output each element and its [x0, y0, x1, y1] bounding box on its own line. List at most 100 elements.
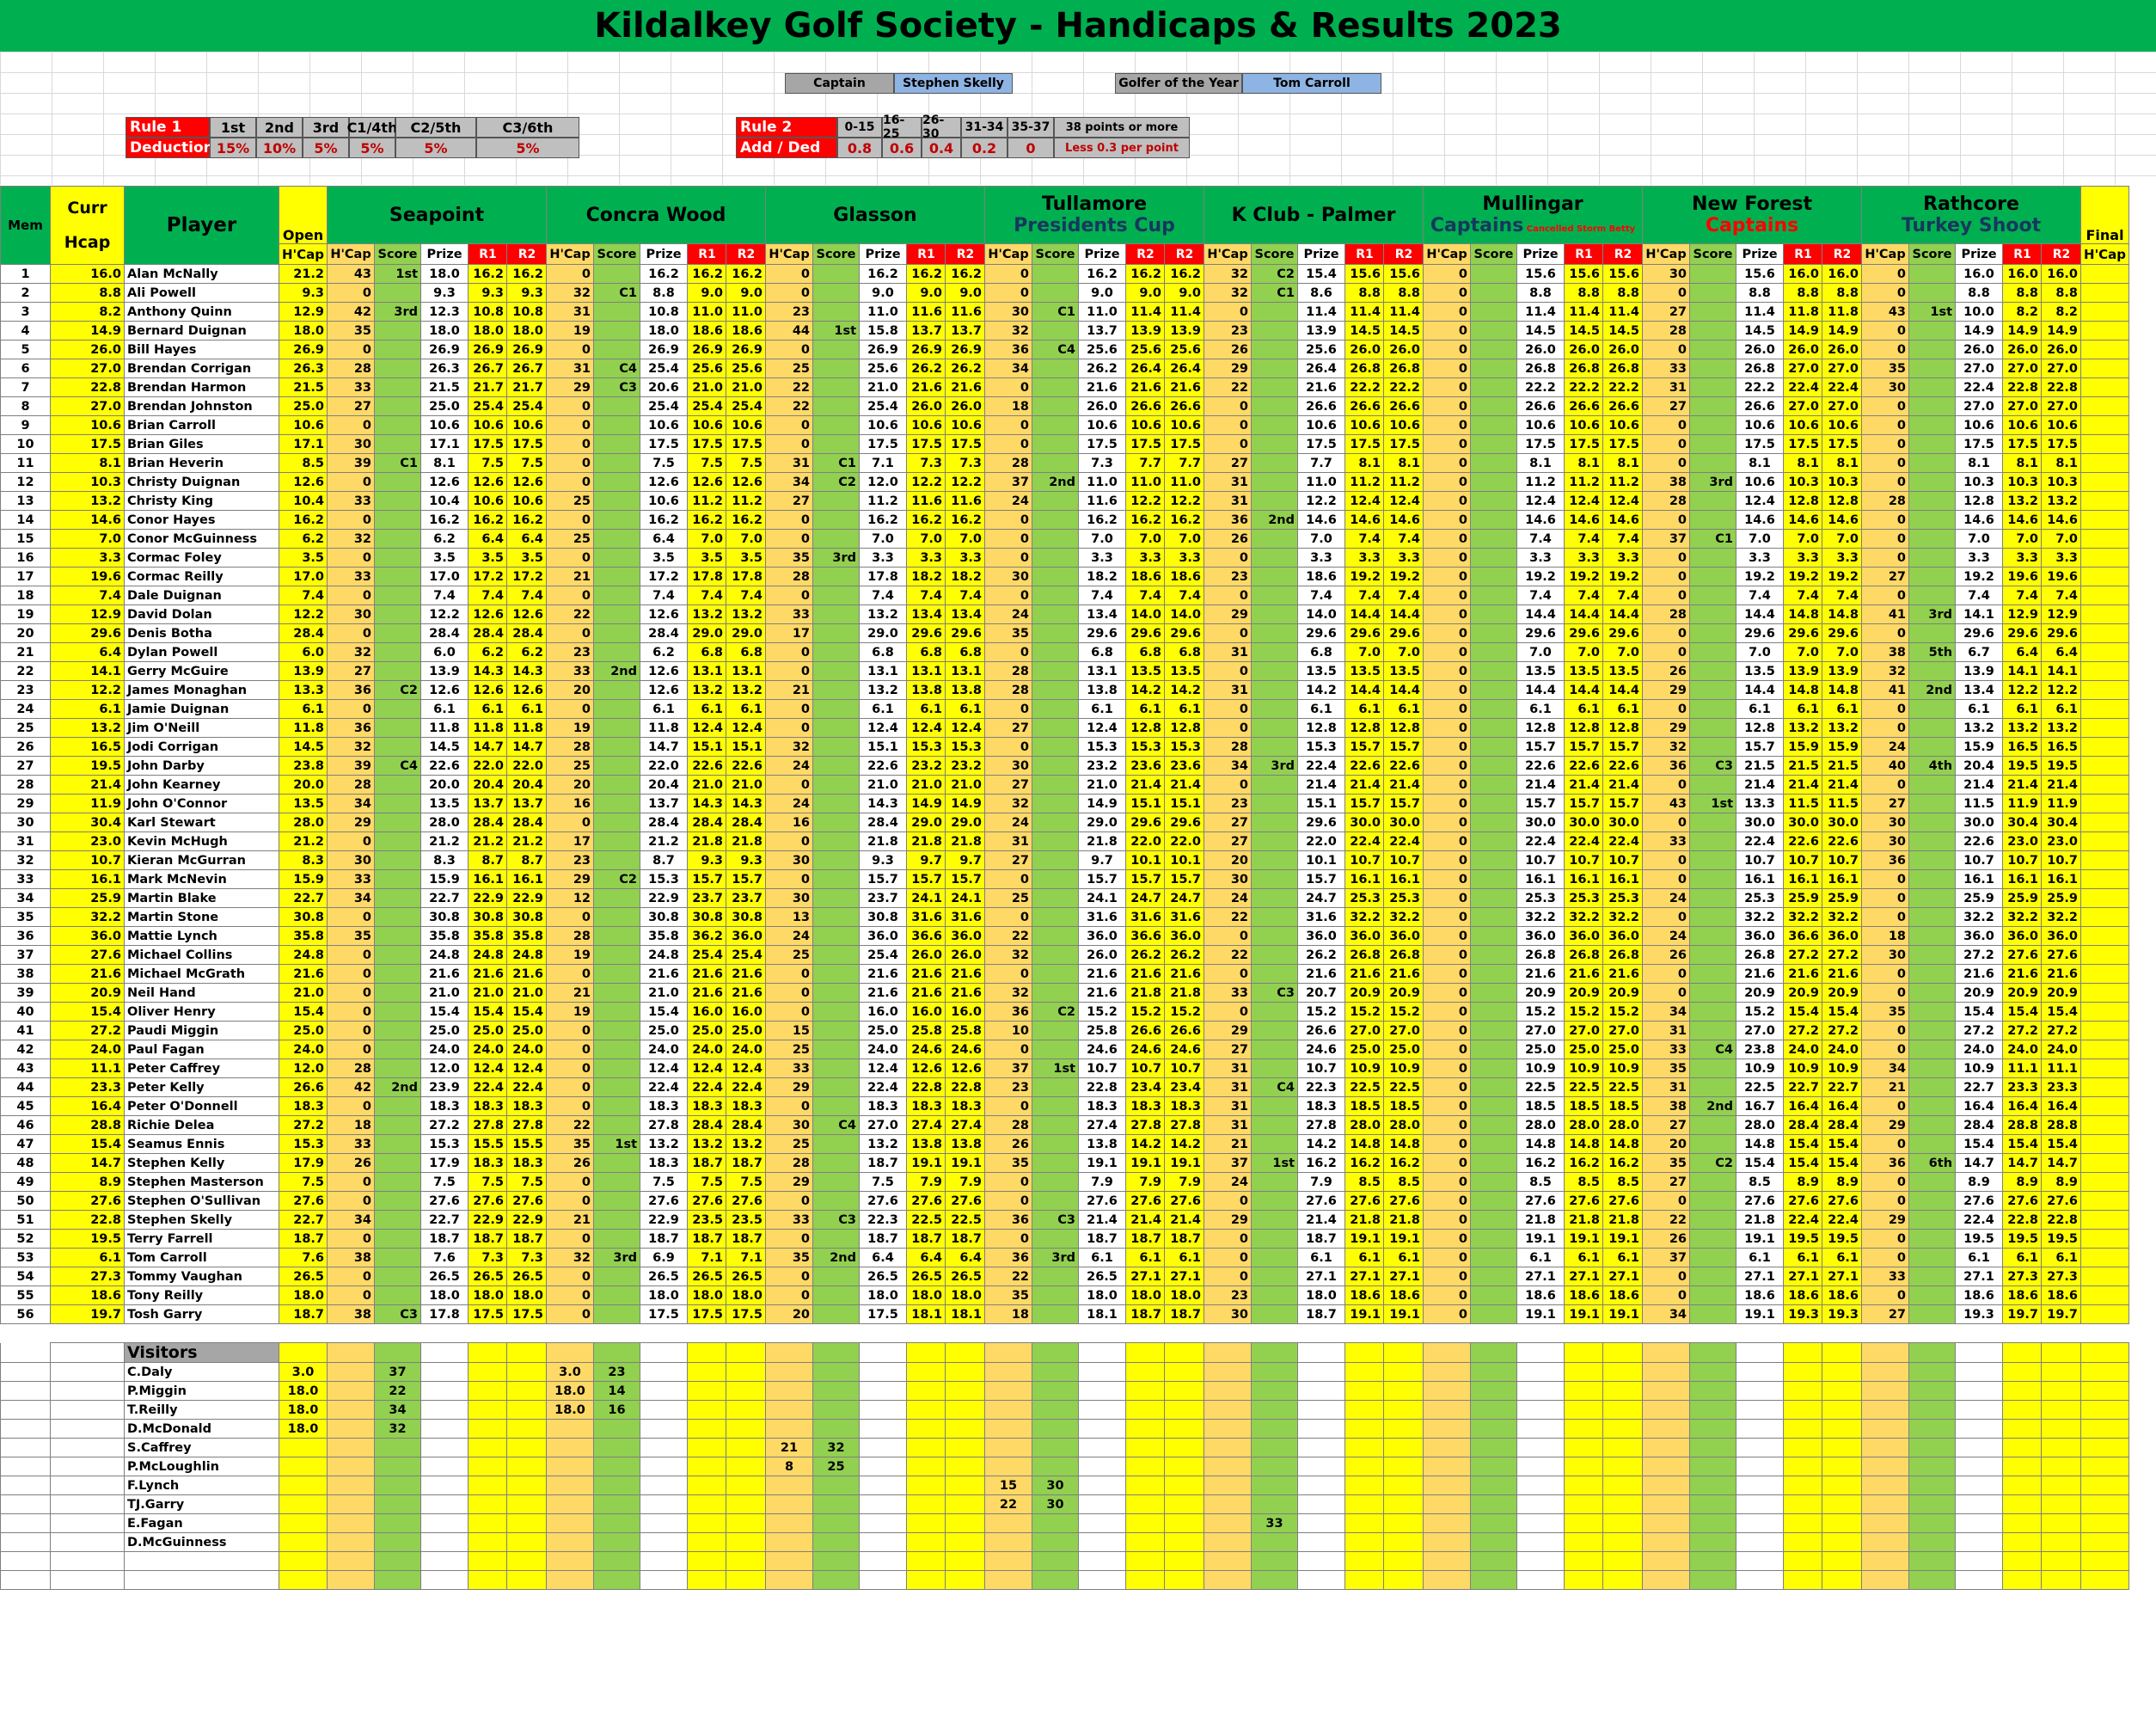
score-cell[interactable]: C2 — [1032, 1002, 1080, 1022]
visitor-cell[interactable] — [1344, 1476, 1385, 1495]
r2-cell[interactable]: 6.1 — [1822, 1248, 1863, 1267]
hcap-cell[interactable]: 0 — [1423, 945, 1472, 965]
open-hcap[interactable]: 27.6 — [278, 1191, 328, 1211]
r1-cell[interactable]: 27.8 — [1125, 1115, 1166, 1135]
prize-cell[interactable]: 12.8 — [1955, 491, 2004, 511]
hcap-cell[interactable]: 0 — [984, 264, 1033, 284]
visitor-cell[interactable] — [859, 1551, 908, 1571]
r2-subheader[interactable]: R2 — [1164, 243, 1205, 265]
r1-cell[interactable]: 26.0 — [906, 396, 946, 416]
r2-cell[interactable]: 19.1 — [1602, 1229, 1644, 1249]
r1-cell[interactable]: 6.1 — [1344, 1248, 1385, 1267]
r1-cell[interactable]: 8.7 — [468, 850, 508, 870]
visitor-cell[interactable] — [1516, 1513, 1565, 1533]
score-cell[interactable] — [374, 472, 422, 492]
visitor-cell[interactable] — [859, 1362, 908, 1382]
r1-cell[interactable]: 21.7 — [468, 377, 508, 397]
hcap-cell[interactable]: 35 — [1642, 1058, 1691, 1078]
score-cell[interactable] — [374, 1058, 422, 1078]
prize-cell[interactable]: 7.4 — [1516, 529, 1565, 549]
hcap-subheader[interactable]: H'Cap — [765, 243, 814, 265]
empty-cell[interactable] — [1079, 1324, 1126, 1343]
open-hcap[interactable]: 25.0 — [278, 1021, 328, 1040]
player-name[interactable]: Tosh Garry — [124, 1304, 279, 1324]
visitor-cell[interactable] — [506, 1438, 548, 1457]
r2-cell[interactable]: 18.6 — [1602, 1286, 1644, 1305]
score-cell[interactable] — [1251, 869, 1299, 889]
player-name[interactable]: David Dolan — [124, 604, 279, 624]
hcap-cell[interactable]: 0 — [1423, 510, 1472, 530]
hcap-cell[interactable]: 0 — [1204, 1229, 1253, 1249]
r2-cell[interactable]: 8.1 — [1383, 453, 1424, 473]
r2-cell[interactable]: 10.7 — [1602, 850, 1644, 870]
hcap-cell[interactable]: 29 — [1861, 1115, 1910, 1135]
visitor-cell[interactable] — [1344, 1532, 1385, 1552]
r2-cell[interactable]: 12.8 — [1602, 718, 1644, 738]
score-cell[interactable] — [1689, 1021, 1737, 1040]
r2-cell[interactable]: 10.7 — [1383, 850, 1424, 870]
visitor-cell[interactable] — [1383, 1513, 1424, 1533]
hcap-cell[interactable]: 0 — [1861, 1040, 1910, 1059]
prize-cell[interactable]: 13.8 — [1078, 1134, 1127, 1154]
prize-cell[interactable]: 11.6 — [1078, 491, 1127, 511]
prize-cell[interactable]: 20.4 — [640, 775, 689, 795]
hcap-cell[interactable]: 33 — [327, 1134, 376, 1154]
score-cell[interactable] — [1689, 510, 1737, 530]
r1-cell[interactable]: 19.1 — [1564, 1229, 1604, 1249]
final-hcap[interactable] — [2080, 434, 2130, 454]
hcap-subheader[interactable]: H'Cap — [1423, 243, 1472, 265]
r2-cell[interactable]: 29.6 — [1164, 623, 1205, 643]
visitor-cell[interactable] — [1516, 1494, 1565, 1514]
r2-cell[interactable]: 22.4 — [1383, 831, 1424, 851]
r2-cell[interactable]: 26.5 — [945, 1267, 986, 1286]
score-cell[interactable] — [1470, 1248, 1518, 1267]
r2-cell[interactable]: 3.5 — [506, 548, 548, 568]
final-hcap[interactable] — [2080, 907, 2130, 927]
visitor-cell[interactable] — [2041, 1457, 2082, 1476]
player-name[interactable]: Conor McGuinness — [124, 529, 279, 549]
curr-hcap[interactable]: 13.2 — [50, 491, 125, 511]
r1-cell[interactable]: 11.4 — [1344, 302, 1385, 322]
prize-cell[interactable]: 16.7 — [1736, 1096, 1785, 1116]
r1-cell[interactable]: 19.1 — [1344, 1304, 1385, 1324]
visitor-cell[interactable] — [327, 1362, 376, 1382]
visitor-cell[interactable] — [812, 1476, 861, 1495]
score-cell[interactable] — [812, 396, 861, 416]
score-cell[interactable]: 3rd — [1689, 472, 1737, 492]
hcap-cell[interactable]: 0 — [327, 983, 376, 1003]
hcap-cell[interactable]: 0 — [1423, 926, 1472, 946]
r2-cell[interactable]: 7.4 — [1164, 586, 1205, 605]
score-cell[interactable] — [593, 604, 641, 624]
r1-cell[interactable]: 8.8 — [2002, 283, 2043, 303]
r1-cell[interactable]: 18.1 — [906, 1304, 946, 1324]
hcap-cell[interactable]: 30 — [765, 850, 814, 870]
visitor-cell[interactable] — [1783, 1494, 1823, 1514]
visitor-cell[interactable] — [984, 1400, 1033, 1420]
prize-cell[interactable]: 27.0 — [859, 1115, 908, 1135]
hcap-cell[interactable]: 0 — [1423, 1134, 1472, 1154]
prize-cell[interactable]: 18.3 — [640, 1096, 689, 1116]
curr-hcap[interactable] — [50, 1438, 125, 1457]
r2-cell[interactable]: 12.6 — [726, 472, 767, 492]
r2-cell[interactable]: 27.2 — [1822, 1021, 1863, 1040]
visitors-header[interactable]: Visitors — [124, 1342, 279, 1363]
hcap-cell[interactable]: 32 — [327, 642, 376, 662]
r1-cell[interactable]: 14.8 — [1564, 1134, 1604, 1154]
r1-cell[interactable]: 10.9 — [1344, 1058, 1385, 1078]
r2-cell[interactable]: 12.6 — [506, 680, 548, 700]
r2-cell[interactable]: 22.8 — [945, 1077, 986, 1097]
hcap-cell[interactable]: 23 — [765, 302, 814, 322]
hcap-cell[interactable]: 0 — [1423, 264, 1472, 284]
visitor-cell[interactable] — [687, 1400, 727, 1420]
hcap-cell[interactable]: 26 — [546, 1153, 595, 1173]
hcap-cell[interactable]: 0 — [327, 1002, 376, 1022]
prize-cell[interactable]: 18.3 — [1297, 1096, 1346, 1116]
hcap-cell[interactable]: 0 — [1204, 396, 1253, 416]
visitor-cell[interactable] — [1783, 1438, 1823, 1457]
curr-hcap[interactable]: 14.6 — [50, 510, 125, 530]
visitor-cell[interactable] — [468, 1551, 508, 1571]
r2-cell[interactable]: 26.6 — [1164, 1021, 1205, 1040]
score-cell[interactable] — [1032, 813, 1080, 832]
r2-cell[interactable]: 36.0 — [1164, 926, 1205, 946]
mem-no[interactable]: 54 — [0, 1267, 51, 1286]
